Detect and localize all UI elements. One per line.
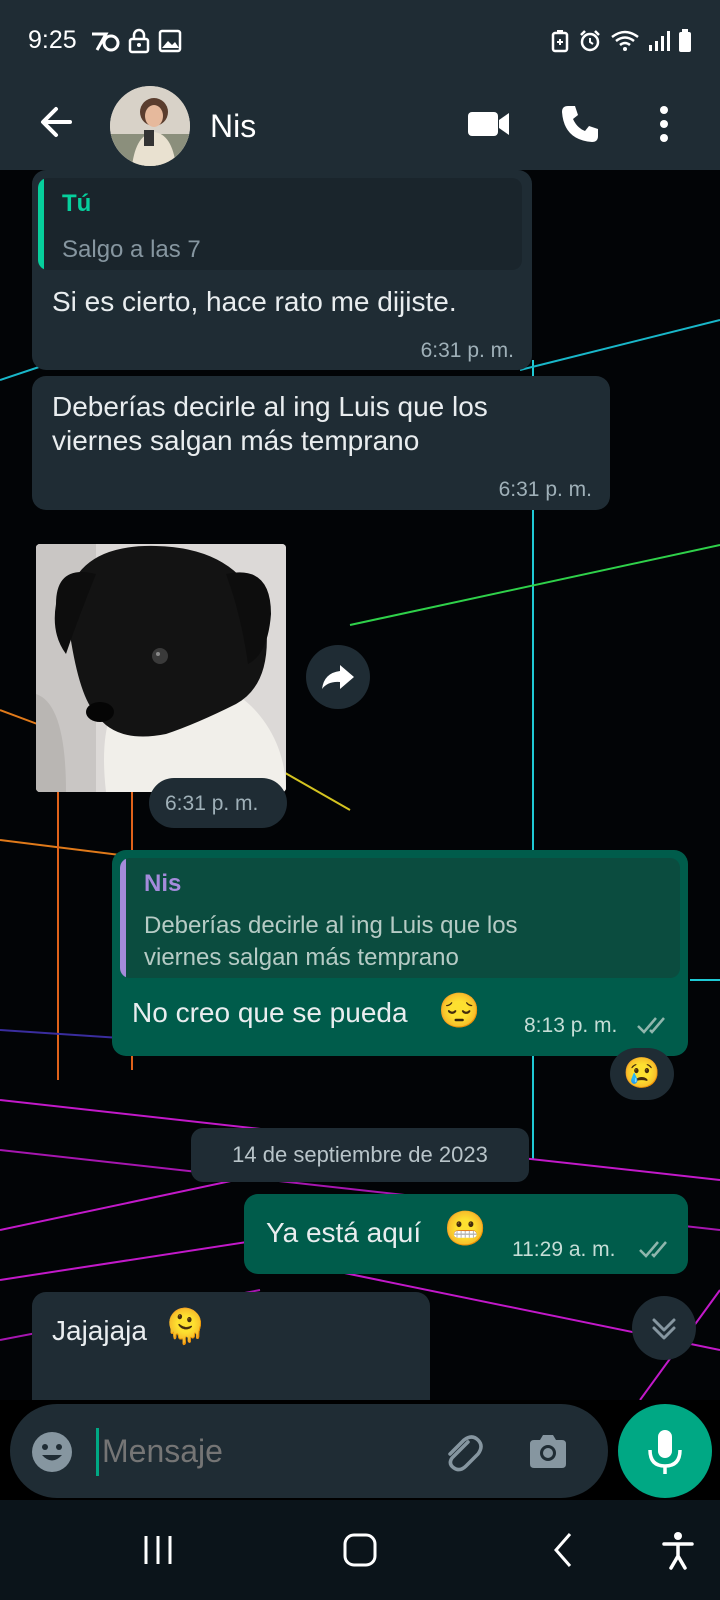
message-time: 8:13 p. m.: [524, 1014, 618, 1037]
battery-saver-icon: [551, 30, 569, 53]
forward-button[interactable]: [306, 645, 370, 709]
recent-apps-icon[interactable]: [138, 1530, 178, 1570]
avatar[interactable]: [110, 86, 190, 166]
double-check-icon: [639, 1241, 667, 1258]
message-text-line-2: viernes salgan más temprano: [52, 425, 420, 456]
quoted-message[interactable]: Nis Deberías decirle al ing Luis que los…: [120, 858, 680, 978]
voice-call-button[interactable]: [556, 100, 604, 148]
status-bar: 9:25: [0, 0, 720, 80]
accessibility-icon[interactable]: [658, 1530, 698, 1570]
message-bubble-incoming[interactable]: Deberías decirle al ing Luis que los vie…: [32, 376, 610, 510]
arrow-left-icon: [41, 107, 72, 137]
double-check-icon: [637, 1017, 665, 1034]
wifi-icon: [611, 30, 639, 51]
system-nav-bar: [0, 1500, 720, 1600]
voice-message-button[interactable]: [618, 1404, 712, 1498]
quote-author: Nis: [144, 870, 182, 897]
camera-icon[interactable]: [524, 1428, 572, 1476]
message-time: 6:31 p. m.: [165, 792, 259, 815]
quote-text: Salgo a las 7: [62, 236, 201, 263]
quote-author: Tú: [62, 190, 92, 217]
crying-emoji: 😢: [623, 1057, 661, 1090]
battery-icon: [679, 29, 691, 52]
message-time: 11:29 a. m.: [512, 1238, 616, 1261]
more-vert-icon: [660, 106, 668, 142]
reaction-chip[interactable]: 😢: [610, 1048, 674, 1100]
message-bubble-outgoing[interactable]: Ya está aquí 😬 11:29 a. m.: [244, 1194, 688, 1274]
status-time: 9:25: [28, 26, 77, 54]
message-time: 6:31 p. m.: [420, 339, 514, 362]
back-button[interactable]: [34, 100, 78, 144]
chat-header: Nis: [0, 80, 720, 170]
paperclip-icon[interactable]: [438, 1428, 486, 1476]
phone-icon: [562, 106, 598, 142]
message-text: Si es cierto, hace rato me dijiste.: [52, 286, 457, 317]
image-icon: [158, 29, 182, 53]
emoji-icon[interactable]: [30, 1430, 74, 1474]
message-bubble-incoming[interactable]: Tú Salgo a las 7 Si es cierto, hace rato…: [32, 170, 532, 370]
quote-text-line-1: Deberías decirle al ing Luis que los: [144, 912, 518, 939]
double-chevron-down-icon: [652, 1318, 676, 1340]
quote-bar: [120, 858, 126, 978]
date-separator: 14 de septiembre de 2023: [191, 1128, 529, 1182]
avatar-photo: [110, 86, 190, 166]
alarm-icon: [580, 30, 600, 52]
melting-face-emoji: 🫠: [164, 1308, 207, 1346]
message-input[interactable]: [102, 1422, 422, 1480]
message-text: Jajajaja: [52, 1315, 147, 1346]
back-icon[interactable]: [544, 1530, 584, 1570]
message-text-line-1: Deberías decirle al ing Luis que los: [52, 391, 488, 422]
image-message[interactable]: [36, 544, 286, 792]
video-call-button[interactable]: [465, 100, 513, 148]
microphone-icon: [648, 1430, 682, 1474]
message-bubble-incoming[interactable]: Jajajaja 🫠: [32, 1292, 430, 1400]
quote-bar: [38, 178, 44, 270]
text-cursor: [96, 1428, 99, 1476]
quoted-message[interactable]: Tú Salgo a las 7: [38, 178, 522, 270]
message-time: 6:31 p. m.: [498, 478, 592, 501]
message-text: No creo que se pueda: [132, 997, 408, 1028]
menu-button[interactable]: [640, 100, 688, 148]
grimacing-emoji: 😬: [444, 1210, 487, 1248]
notification-icon: [92, 32, 120, 52]
status-left-icons: [90, 26, 182, 56]
lock-icon: [128, 28, 150, 54]
scroll-to-bottom-button[interactable]: [632, 1296, 696, 1360]
contact-name[interactable]: Nis: [210, 108, 256, 145]
composer-bar: [0, 1400, 720, 1500]
message-bubble-outgoing[interactable]: Nis Deberías decirle al ing Luis que los…: [112, 850, 688, 1056]
status-right-icons: [550, 26, 692, 56]
puppy-photo: [36, 544, 286, 792]
chat-area[interactable]: Tú Salgo a las 7 Si es cierto, hace rato…: [0, 170, 720, 1400]
quote-text-line-2: viernes salgan más temprano: [144, 944, 459, 971]
pensive-emoji: 😔: [438, 992, 481, 1030]
home-icon[interactable]: [340, 1530, 380, 1570]
message-input-container[interactable]: [10, 1404, 608, 1498]
forward-icon: [322, 665, 354, 689]
signal-icon: [649, 31, 670, 51]
image-time-chip: 6:31 p. m.: [149, 778, 287, 828]
video-camera-icon: [468, 112, 509, 136]
message-text: Ya está aquí: [266, 1217, 422, 1248]
